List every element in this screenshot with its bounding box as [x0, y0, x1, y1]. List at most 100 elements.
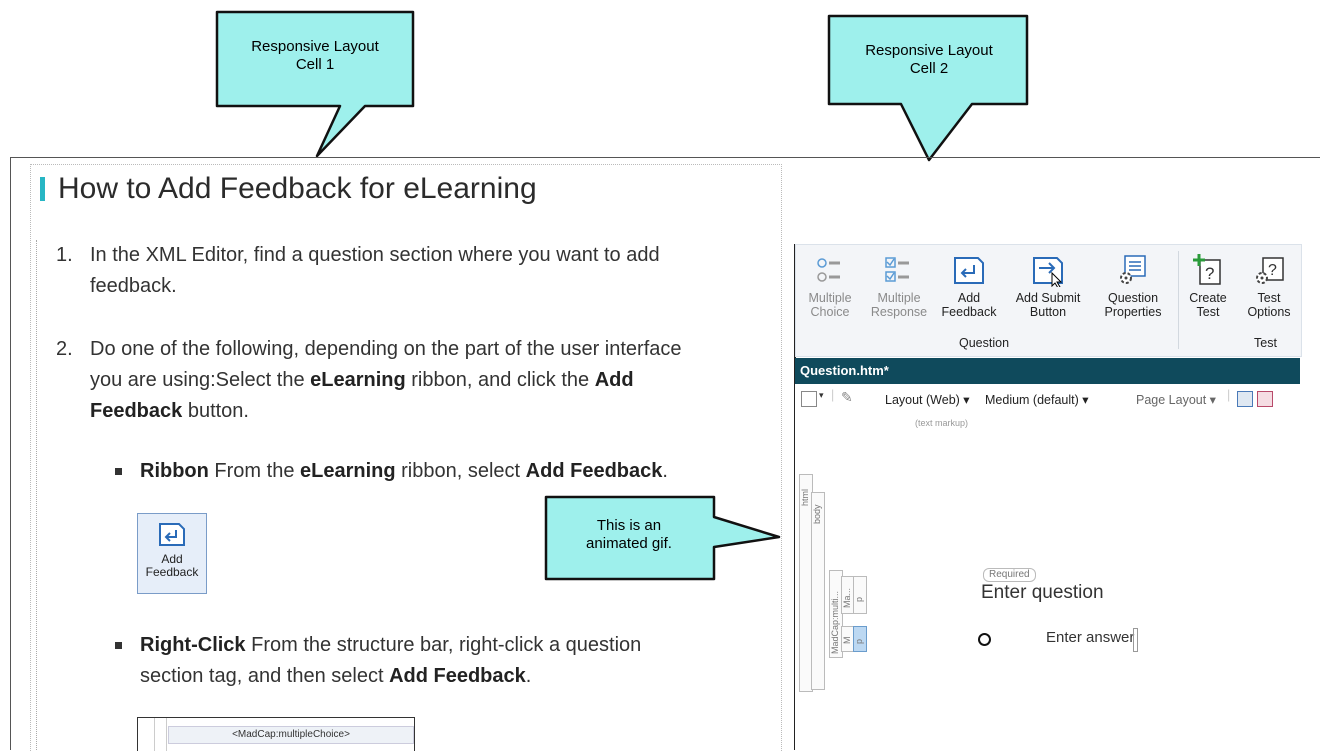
structure-html-label: html — [800, 488, 810, 506]
add-submit-label-1: Add Submit — [1015, 291, 1081, 305]
callout-gif-line2: animated gif. — [586, 535, 672, 552]
document-pdf-icon[interactable] — [1257, 391, 1273, 407]
structure-p-label: p — [854, 596, 864, 602]
test-options-label-2: Options — [1247, 305, 1291, 319]
step-1-line1: In the XML Editor, find a question secti… — [90, 244, 660, 266]
callout-cell-2-shape — [827, 14, 1029, 162]
callout-gif-line1: This is an — [596, 517, 662, 534]
question-properties-label-2: Properties — [1104, 305, 1162, 319]
question-properties-label-1: Question — [1107, 291, 1159, 305]
layout-dropdown-value: Layout (Web) — [885, 393, 960, 407]
step-2-line2: you are using:Select the eLearning ribbo… — [90, 365, 682, 396]
bullet-right-click: Right-Click From the structure bar, righ… — [115, 630, 775, 694]
ribbon-separator — [1178, 251, 1179, 349]
step-2-line1: Do one of the following, depending on th… — [90, 338, 682, 360]
document-tab[interactable]: Question.htm* — [795, 358, 1300, 384]
structure-body-label: body — [812, 504, 822, 524]
question-text[interactable]: Enter question — [981, 582, 1104, 604]
page-title: How to Add Feedback for eLearning — [58, 172, 537, 205]
step-1-line2: feedback. — [90, 275, 177, 297]
page-layout-dropdown-value: Page Layout — [1136, 393, 1207, 407]
callout-animated-gif: This is an animated gif. — [544, 495, 784, 585]
create-test-label-2: Test — [1196, 305, 1220, 319]
bullet-text: ribbon, select — [395, 460, 526, 482]
text-markup-label: (text markup) — [915, 418, 969, 428]
add-feedback-icon — [159, 523, 185, 546]
elearning-bold: eLearning — [300, 460, 396, 482]
marker-icon[interactable]: ✎ — [841, 389, 853, 406]
multiple-choice-label-2: Choice — [810, 305, 850, 319]
layout-dropdown[interactable]: Layout (Web) ▾ — [885, 392, 970, 407]
add-feedback-label-2: Feedback — [941, 305, 997, 319]
add-feedback-button[interactable]: Add Feedback — [936, 253, 1002, 319]
bullet-text: . — [525, 665, 532, 687]
test-options-button[interactable]: ? Test Options — [1240, 253, 1298, 319]
callout-cell-2-line1: Responsive Layout — [865, 42, 993, 59]
multiple-response-label-1: Multiple — [877, 291, 921, 305]
step-2-text: ribbon, and click the — [405, 369, 595, 391]
right-click-bold: Right-Click — [140, 634, 246, 656]
page-layout-dropdown[interactable]: Page Layout ▾ — [1136, 392, 1216, 407]
create-test-button[interactable]: ? Create Test — [1182, 253, 1234, 319]
question-properties-icon — [1120, 255, 1146, 284]
page-frame-left — [10, 157, 11, 750]
bullet-text: . — [662, 460, 668, 482]
svg-text:?: ? — [1268, 262, 1277, 279]
answer-text[interactable]: Enter answer — [1046, 629, 1134, 646]
add-feedback-label-1: Add — [957, 291, 981, 305]
multiple-choice-button[interactable]: Multiple Choice — [802, 253, 858, 319]
test-options-icon: ? — [1256, 257, 1284, 284]
step-2: 2. Do one of the following, depending on… — [56, 334, 776, 430]
radio-button-icon[interactable] — [978, 633, 991, 646]
callout-cell-1-line2: Cell 1 — [295, 56, 335, 73]
list-guide-line — [36, 240, 37, 750]
add-submit-label-2: Button — [1029, 305, 1067, 319]
structure-tag-label: <MadCap:multipleChoice> — [168, 726, 414, 744]
text-cursor-handle — [1133, 628, 1138, 652]
feedback-bold: Feedback — [90, 400, 183, 422]
ribbon-group-question: Question — [959, 336, 1010, 350]
elearning-ribbon: Multiple Choice Multiple Response Add Fe… — [795, 244, 1302, 357]
page-frame-top — [10, 157, 1320, 158]
preview-icon[interactable] — [801, 391, 817, 407]
step-1-number: 1. — [56, 244, 73, 266]
structure-ma-label: Ma... — [842, 587, 852, 608]
callout-cell-2: Responsive Layout Cell 2 — [827, 14, 1031, 164]
bullet-square-icon — [115, 642, 122, 649]
structure-m-label: M — [842, 636, 852, 645]
add-feedback-bold: Add Feedback — [525, 460, 663, 482]
medium-dropdown[interactable]: Medium (default) ▾ — [985, 392, 1089, 407]
multiple-response-icon — [885, 257, 909, 282]
chevron-down-icon[interactable]: ▾ — [819, 390, 824, 401]
ribbon-bold: Ribbon — [140, 460, 209, 482]
question-properties-button[interactable]: Question Properties — [1094, 253, 1172, 319]
required-badge: Required — [983, 568, 1036, 582]
heading-accent-bar — [40, 177, 45, 201]
add-feedback-icon — [954, 257, 984, 284]
multiple-choice-icon — [817, 258, 840, 282]
document-icon[interactable] — [1237, 391, 1253, 407]
medium-dropdown-value: Medium (default) — [985, 393, 1079, 407]
callout-cell-1-shape — [215, 10, 415, 158]
bullet-right-click-line1: Right-Click From the structure bar, righ… — [140, 630, 641, 661]
structure-p-selected-label: p — [854, 638, 864, 644]
svg-text:?: ? — [1205, 264, 1214, 283]
ribbon-group-test: Test — [1254, 336, 1277, 350]
add-bold: Add — [594, 369, 634, 391]
add-feedback-bold: Add Feedback — [389, 665, 526, 687]
test-options-label-1: Test — [1257, 291, 1281, 305]
bullet-text: From the — [208, 460, 301, 482]
structure-bar-image: <MadCap:multipleChoice> — [137, 717, 415, 751]
bullet-text: section tag, and then select — [140, 665, 390, 687]
multiple-response-button[interactable]: Multiple Response — [866, 253, 932, 319]
add-feedback-image: Add Feedback — [137, 513, 207, 594]
bullet-ribbon: Ribbon From the eLearning ribbon, select… — [115, 456, 775, 488]
multiple-response-label-2: Response — [870, 305, 928, 319]
editor-canvas[interactable]: (text markup) html body MadCap:multi... … — [795, 414, 1300, 750]
add-submit-button-icon — [1033, 257, 1063, 287]
bullet-right-click-line2: section tag, and then select Add Feedbac… — [140, 661, 641, 692]
step-2-number: 2. — [56, 338, 73, 360]
add-submit-button[interactable]: Add Submit Button — [1008, 253, 1088, 319]
step-2-text: button. — [182, 400, 249, 422]
callout-cell-2-line2: Cell 2 — [909, 60, 949, 77]
